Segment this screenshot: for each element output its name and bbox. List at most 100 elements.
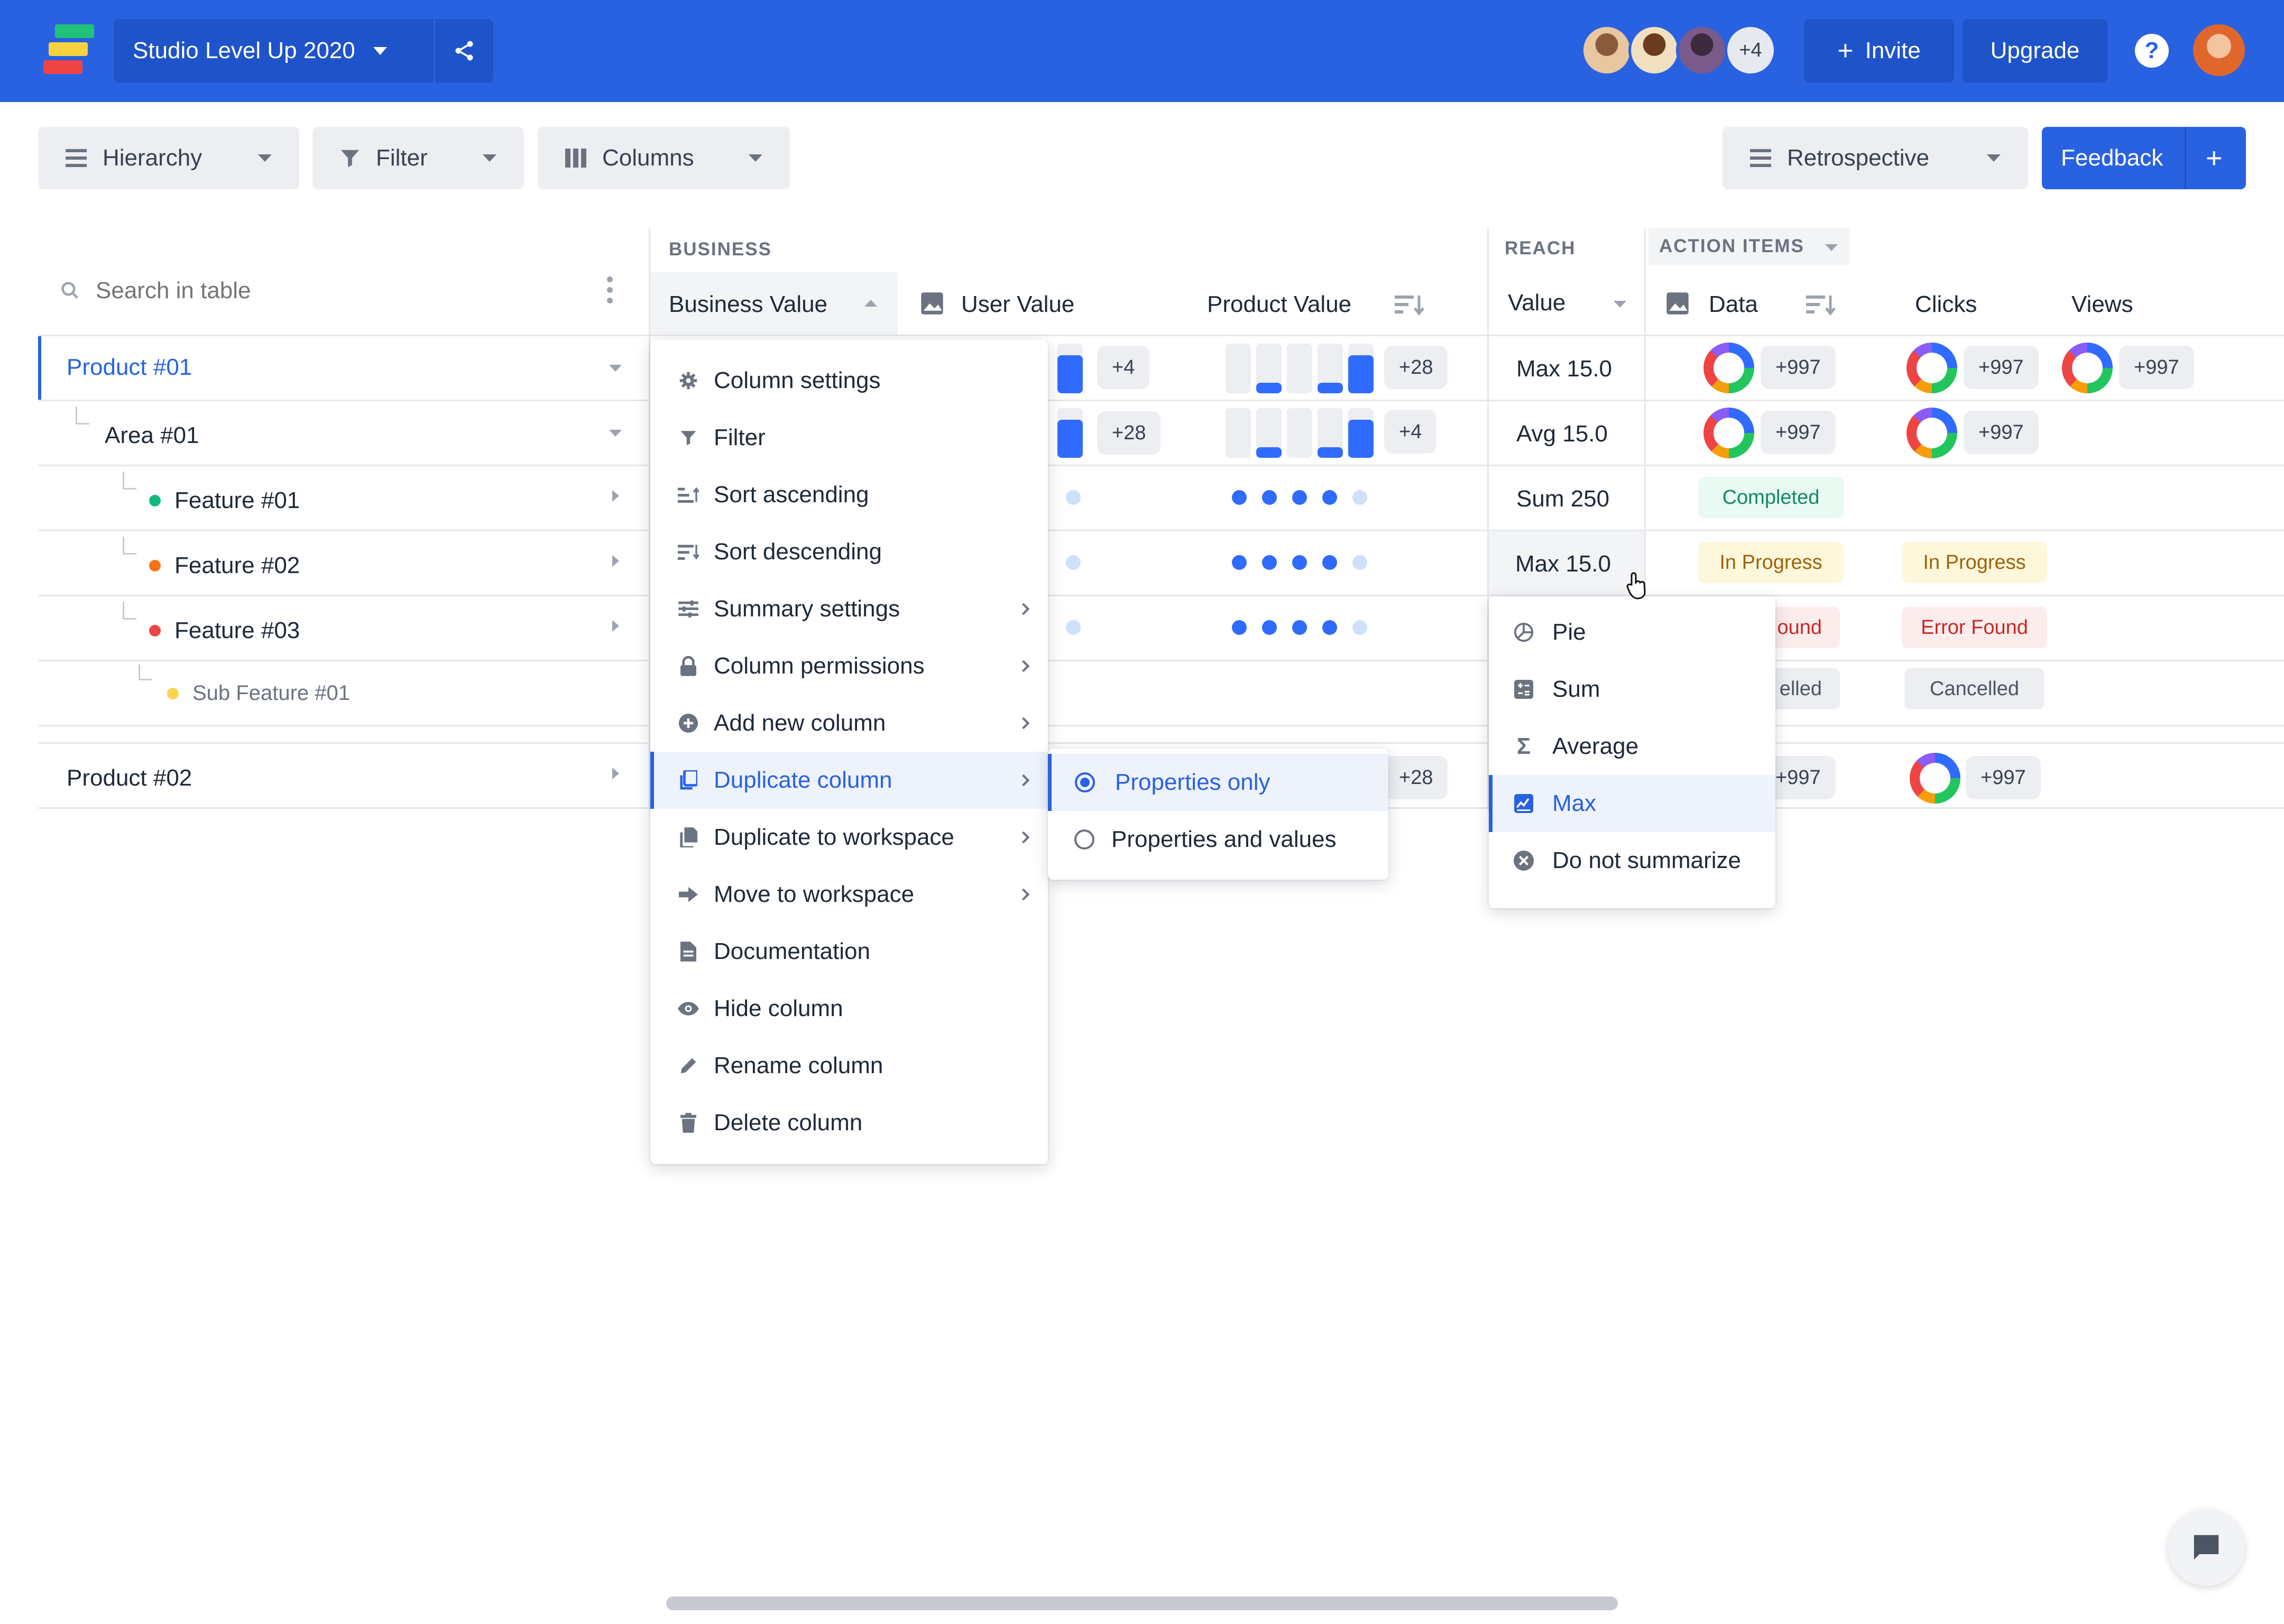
- option-properties-and-values[interactable]: Properties and values: [1048, 811, 1388, 868]
- row-label-product-01[interactable]: Product #01: [67, 354, 192, 381]
- more-count[interactable]: +997: [1761, 346, 1836, 389]
- filter-button[interactable]: Filter: [312, 127, 524, 189]
- summary-option-max[interactable]: Max: [1489, 775, 1775, 832]
- more-count[interactable]: +997: [1964, 346, 2039, 389]
- user-avatar[interactable]: [2193, 24, 2245, 76]
- workspace-selector[interactable]: Studio Level Up 2020: [114, 19, 434, 82]
- more-count[interactable]: +997: [1964, 411, 2039, 454]
- search-input[interactable]: [96, 278, 519, 304]
- expand-icon[interactable]: [612, 768, 619, 779]
- option-properties-only[interactable]: Properties only: [1048, 754, 1388, 811]
- horizontal-scrollbar[interactable]: [666, 1597, 1618, 1610]
- more-count[interactable]: +4: [1097, 346, 1150, 389]
- member-avatar[interactable]: [1676, 24, 1728, 76]
- menu-item-column-permissions[interactable]: Column permissions: [650, 638, 1048, 695]
- expand-icon[interactable]: [612, 555, 619, 567]
- help-icon[interactable]: ?: [2135, 34, 2169, 68]
- expand-icon[interactable]: [612, 490, 619, 502]
- value-cell[interactable]: Sum 250: [1516, 486, 1609, 512]
- collapse-icon[interactable]: [609, 365, 622, 372]
- more-count[interactable]: +28: [1384, 346, 1448, 389]
- feedback-button[interactable]: Feedback +: [2042, 127, 2246, 189]
- status-badge[interactable]: Cancelled: [1904, 668, 2044, 709]
- column-header-clicks[interactable]: Clicks: [1915, 291, 1977, 318]
- pie-chart-icon[interactable]: [1703, 343, 1754, 393]
- column-header-user-value[interactable]: User Value: [920, 272, 1184, 335]
- table-options-icon[interactable]: [607, 276, 614, 305]
- more-count[interactable]: +28: [1384, 756, 1448, 799]
- gear-icon: [678, 370, 699, 391]
- more-count[interactable]: +997: [1966, 756, 2041, 799]
- menu-item-duplicate-to-workspace[interactable]: Duplicate to workspace: [650, 809, 1048, 866]
- more-count[interactable]: +997: [1761, 411, 1836, 454]
- menu-item-rename-column[interactable]: Rename column: [650, 1037, 1048, 1094]
- summary-option-pie[interactable]: Pie: [1489, 604, 1775, 661]
- menu-item-hide-column[interactable]: Hide column: [650, 980, 1048, 1037]
- value-cell[interactable]: Avg 15.0: [1516, 421, 1608, 447]
- radio-unselected-icon: [1074, 829, 1094, 850]
- menu-item-column-settings[interactable]: Column settings: [650, 352, 1048, 409]
- value-cell[interactable]: Max 15.0: [1515, 551, 1611, 577]
- menu-item-summary-settings[interactable]: Summary settings: [650, 580, 1048, 638]
- status-badge[interactable]: In Progress: [1902, 542, 2047, 583]
- column-header-product-value[interactable]: Product Value: [1207, 272, 1482, 335]
- collapse-icon[interactable]: [609, 430, 622, 437]
- table-row[interactable]: Feature #01: [38, 466, 2284, 530]
- row-label-feature-01[interactable]: Feature #01: [149, 487, 300, 514]
- more-count[interactable]: +28: [1097, 411, 1161, 455]
- invite-button[interactable]: + Invite: [1804, 19, 1954, 82]
- upgrade-button[interactable]: Upgrade: [1963, 19, 2107, 82]
- menu-item-duplicate-column[interactable]: Duplicate column: [650, 752, 1048, 809]
- menu-item-sort-ascending[interactable]: Sort ascending: [650, 466, 1048, 523]
- status-dot: [149, 495, 161, 506]
- search-box[interactable]: [61, 275, 590, 307]
- menu-item-documentation[interactable]: Documentation: [650, 923, 1048, 980]
- feedback-label: Feedback: [2061, 145, 2163, 171]
- share-button[interactable]: [435, 19, 493, 82]
- column-header-business-value[interactable]: Business Value: [650, 272, 898, 335]
- hierarchy-button[interactable]: Hierarchy: [38, 127, 299, 189]
- pie-chart-icon[interactable]: [1910, 753, 1960, 804]
- status-badge[interactable]: Completed: [1698, 477, 1844, 518]
- group-action-items[interactable]: ACTION ITEMS: [1648, 228, 1849, 265]
- member-avatar[interactable]: [1581, 24, 1633, 76]
- chevron-right-icon: [1017, 717, 1030, 730]
- app-logo-icon[interactable]: [43, 24, 96, 77]
- menu-item-move-to-workspace[interactable]: Move to workspace: [650, 866, 1048, 923]
- add-feedback-plus-icon[interactable]: +: [2206, 142, 2223, 174]
- expand-icon[interactable]: [612, 620, 619, 632]
- menu-item-delete-column[interactable]: Delete column: [650, 1094, 1048, 1151]
- status-badge[interactable]: In Progress: [1698, 542, 1844, 583]
- more-count[interactable]: +997: [2119, 346, 2194, 389]
- row-label-sub-feature-01[interactable]: Sub Feature #01: [167, 681, 350, 705]
- column-header-data[interactable]: Data: [1665, 272, 1850, 335]
- column-header-value[interactable]: Value: [1489, 272, 1644, 335]
- menu-item-sort-descending[interactable]: Sort descending: [650, 523, 1048, 580]
- more-members-badge[interactable]: +4: [1725, 24, 1776, 76]
- value-cell[interactable]: Max 15.0: [1516, 356, 1612, 382]
- pie-chart-icon[interactable]: [1907, 343, 1957, 393]
- chat-button[interactable]: [2168, 1509, 2245, 1586]
- pie-chart-icon[interactable]: [2062, 343, 2113, 393]
- row-label-feature-03[interactable]: Feature #03: [149, 617, 300, 644]
- view-list-icon: [1750, 149, 1771, 167]
- chevron-right-icon: [1017, 888, 1030, 901]
- row-label-area-01[interactable]: Area #01: [105, 422, 199, 449]
- more-count[interactable]: +4: [1384, 410, 1437, 454]
- summary-option-sum[interactable]: Sum: [1489, 661, 1775, 718]
- summary-option-average[interactable]: Σ Average: [1489, 718, 1775, 775]
- row-label-product-02[interactable]: Product #02: [67, 765, 192, 791]
- member-avatar[interactable]: [1628, 24, 1680, 76]
- column-header-views[interactable]: Views: [2071, 291, 2133, 318]
- menu-item-filter[interactable]: Filter: [650, 409, 1048, 466]
- row-label-feature-02[interactable]: Feature #02: [149, 552, 300, 579]
- eye-icon: [678, 998, 699, 1019]
- menu-item-add-new-column[interactable]: Add new column: [650, 695, 1048, 752]
- summary-option-do-not-summarize[interactable]: Do not summarize: [1489, 832, 1775, 889]
- tree-connector: [139, 665, 152, 680]
- status-badge[interactable]: Error Found: [1902, 607, 2047, 648]
- view-selector[interactable]: Retrospective: [1723, 127, 2028, 189]
- columns-button[interactable]: Columns: [538, 127, 790, 189]
- pie-chart-icon[interactable]: [1907, 408, 1957, 458]
- pie-chart-icon[interactable]: [1703, 408, 1754, 458]
